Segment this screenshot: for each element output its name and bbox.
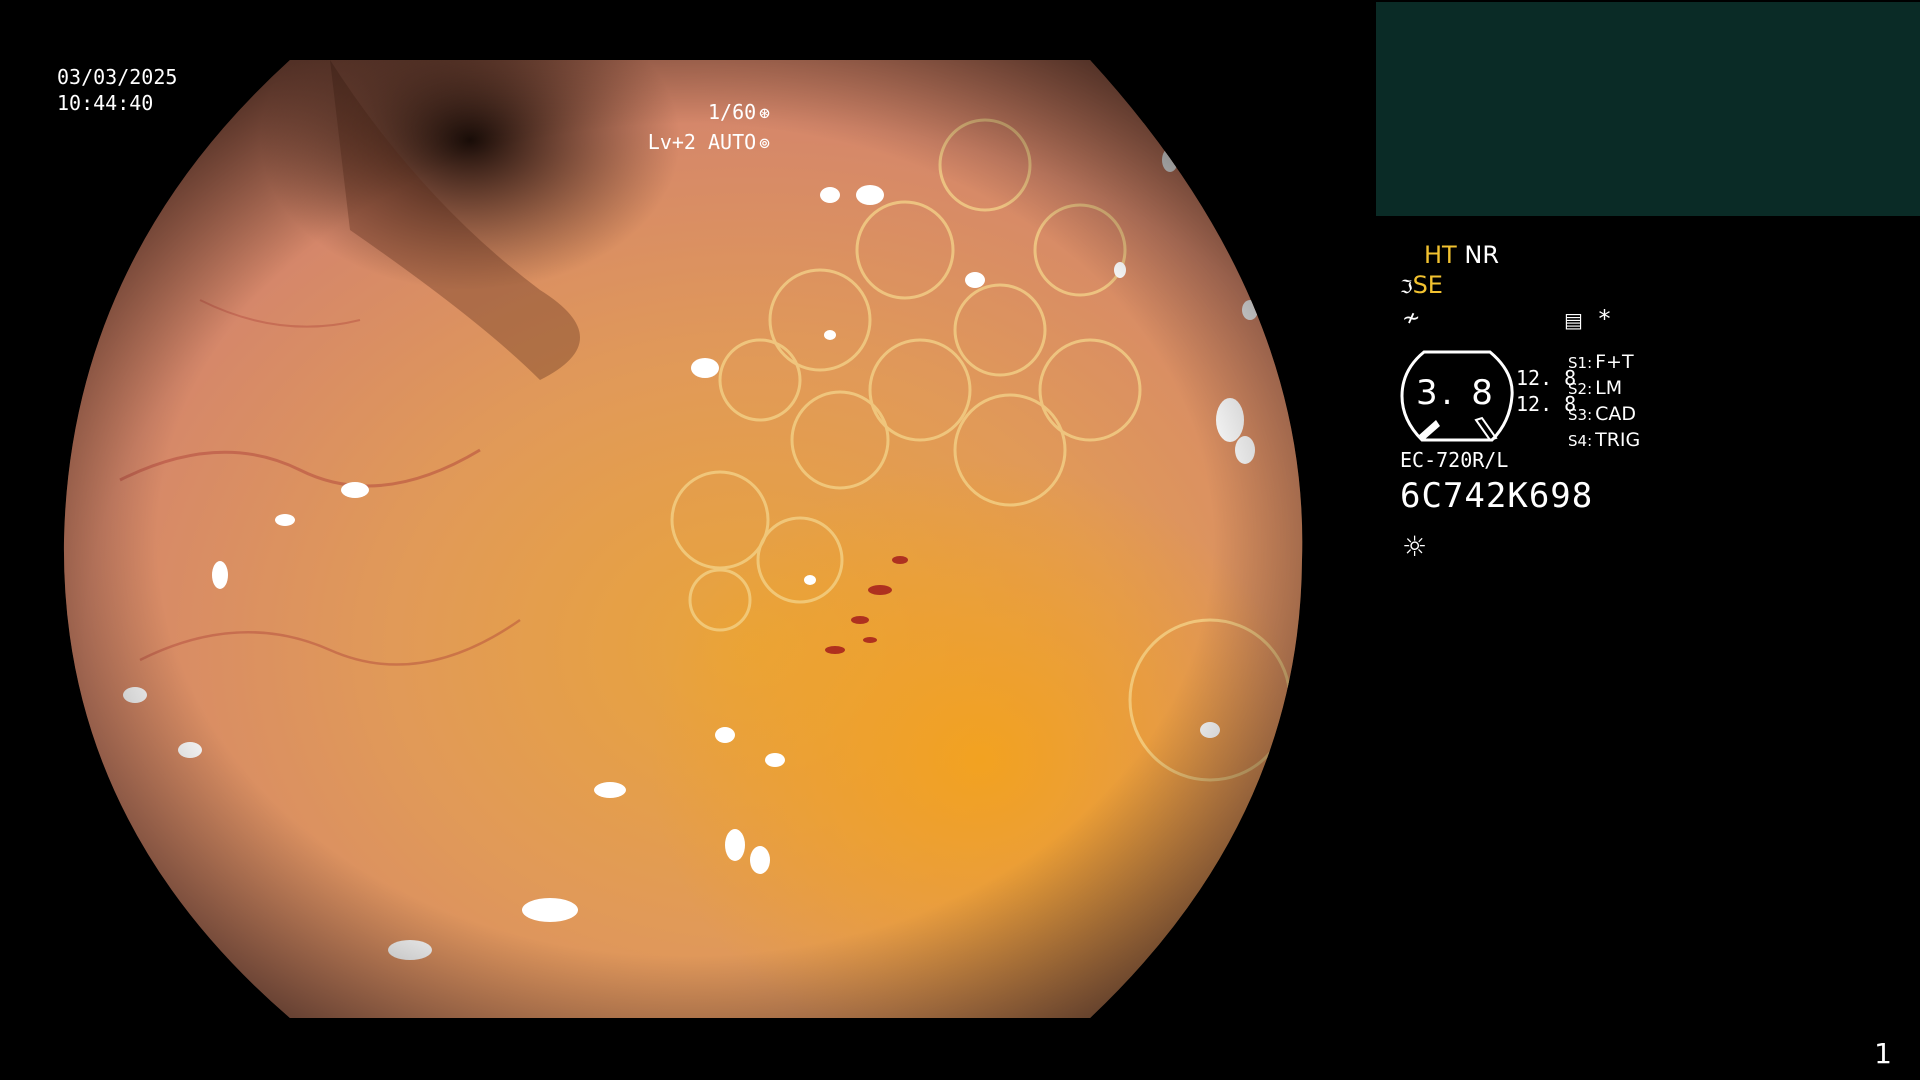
ht-indicator: HT <box>1424 241 1457 269</box>
shutter-text: 1/60 <box>707 100 757 124</box>
shutter-icon: ⊛ <box>759 103 770 124</box>
scope-serial: 6C742K698 <box>1400 476 1594 516</box>
memo-icon: ▤ <box>1564 308 1583 332</box>
freeze-icon: ≁ <box>1402 306 1421 331</box>
scope-model: EC-720R/L <box>1400 448 1509 472</box>
nr-indicator: NR <box>1464 241 1499 269</box>
level-text: Lv+2 AUTO <box>647 130 757 154</box>
se-indicator: SE <box>1412 271 1443 299</box>
page-number: 1 <box>1874 1037 1892 1070</box>
structure-icon: ℑ <box>1400 277 1413 298</box>
asterisk-indicator: * <box>1598 305 1611 333</box>
endoscope-image <box>63 60 1303 1018</box>
time-text: 10:44:40 <box>57 91 154 115</box>
exposure-overlay: 1/60 ⊛ Lv+2 AUTO ⊚ <box>648 98 770 158</box>
switch-item: S1: F+T <box>1568 351 1634 373</box>
date-text: 03/03/2025 <box>57 65 178 89</box>
datetime-overlay: 03/03/2025 10:44:40 <box>57 64 177 116</box>
auto-iris-icon: ⊚ <box>759 133 770 154</box>
switch-item: S3: CAD <box>1568 403 1637 425</box>
switch-list: S1: F+T S2: LM S3: CAD S4: TRIG <box>1568 350 1640 454</box>
switch-item: S4: TRIG <box>1568 429 1641 451</box>
sun-icon: ☼ <box>1402 530 1428 563</box>
gauge-value: 3. 8 <box>1416 373 1497 413</box>
thumbnail-preview <box>1376 2 1920 216</box>
switch-item: S2: LM <box>1568 377 1623 399</box>
endoscope-view: 03/03/2025 10:44:40 1/60 ⊛ Lv+2 AUTO ⊚ <box>0 0 1370 1080</box>
settings-panel: HT NR ℑSE ≁ ▤ * 3. 8 12. 8 12. 8 S1: F+T … <box>1400 240 1920 640</box>
